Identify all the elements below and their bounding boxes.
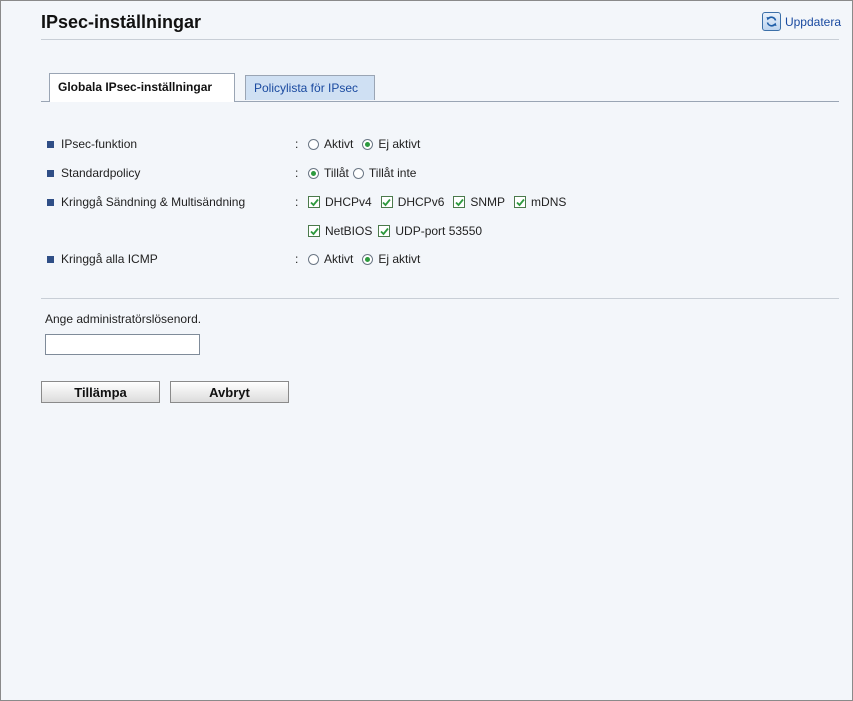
radio-policy-deny[interactable] (352, 167, 364, 179)
bullet-icon (47, 169, 54, 177)
colon: : (295, 252, 299, 266)
check-icon (309, 198, 319, 206)
settings-page: IPsec-inställningar Uppdatera Globala IP… (0, 0, 853, 701)
radio-icmp-inactive[interactable] (362, 253, 374, 265)
admin-password-input[interactable] (45, 334, 200, 355)
radio-ipsec-active[interactable] (308, 138, 319, 150)
divider (41, 298, 839, 299)
radio-icmp-active[interactable] (308, 253, 319, 265)
check-icon (382, 198, 391, 206)
checkbox-label: mDNS (531, 195, 567, 209)
password-prompt: Ange administratörslösenord. (45, 312, 202, 326)
setting-row-bypass-broadcast: Kringgå Sändning & Multisändning (47, 193, 245, 211)
check-icon (515, 198, 525, 206)
colon: : (295, 166, 299, 180)
checkbox-snmp[interactable] (453, 196, 466, 208)
refresh-icon (761, 12, 781, 31)
cancel-button[interactable]: Avbryt (170, 381, 289, 403)
radio-label: Tillåt inte (368, 166, 417, 180)
colon: : (295, 195, 299, 209)
checkbox-label: SNMP (470, 195, 506, 209)
refresh-label: Uppdatera (784, 14, 841, 29)
bypass-icmp-options: Aktivt Ej aktivt (308, 250, 429, 268)
setting-row-ipsec-function: IPsec-funktion (47, 135, 137, 153)
setting-label: Kringgå Sändning & Multisändning (61, 195, 246, 209)
page-title: IPsec-inställningar (41, 12, 202, 32)
check-icon (309, 227, 319, 235)
ipsec-function-options: Aktivt Ej aktivt (308, 135, 429, 153)
checkbox-mdns[interactable] (514, 196, 527, 208)
check-icon (455, 198, 464, 206)
bullet-icon (47, 255, 54, 263)
check-icon (380, 227, 389, 235)
checkbox-netbios[interactable] (308, 225, 320, 237)
setting-row-default-policy: Standardpolicy (47, 164, 140, 182)
checkbox-label: UDP-port 53550 (395, 224, 483, 238)
radio-label: Tillåt (324, 166, 349, 180)
checkbox-dhcpv4[interactable] (308, 196, 320, 208)
checkbox-udp-port[interactable] (378, 225, 391, 237)
page-header: IPsec-inställningar Uppdatera (41, 1, 841, 40)
radio-policy-allow[interactable] (308, 167, 319, 179)
radio-label: Ej aktivt (378, 252, 421, 266)
bullet-icon (47, 140, 54, 148)
checkbox-label: DHCPv6 (397, 195, 445, 209)
tab-bar: Globala IPsec-inställningar Policylista … (41, 73, 839, 102)
tab-global-ipsec-settings[interactable]: Globala IPsec-inställningar (49, 73, 235, 102)
bullet-icon (47, 198, 54, 206)
refresh-button[interactable]: Uppdatera (761, 12, 841, 31)
setting-label: Standardpolicy (61, 166, 141, 180)
checkbox-label: NetBIOS (325, 224, 373, 238)
setting-label: IPsec-funktion (61, 137, 138, 151)
setting-label: Kringgå alla ICMP (61, 252, 158, 266)
tab-ipsec-policy-list[interactable]: Policylista för IPsec (245, 75, 375, 100)
radio-label: Aktivt (324, 252, 354, 266)
radio-label: Ej aktivt (378, 137, 421, 151)
radio-label: Aktivt (324, 137, 354, 151)
default-policy-options: Tillåt Tillåt inte (308, 164, 425, 182)
checkbox-dhcpv6[interactable] (380, 196, 393, 208)
bypass-checkboxes-row2: NetBIOS UDP-port 53550 (308, 222, 491, 240)
apply-button[interactable]: Tillämpa (41, 381, 160, 403)
setting-row-bypass-icmp: Kringgå alla ICMP (47, 250, 158, 268)
radio-ipsec-inactive[interactable] (362, 138, 374, 150)
colon: : (295, 137, 299, 151)
checkbox-label: DHCPv4 (325, 195, 372, 209)
bypass-checkboxes-row1: DHCPv4 DHCPv6 SNMP mDNS (308, 193, 575, 211)
